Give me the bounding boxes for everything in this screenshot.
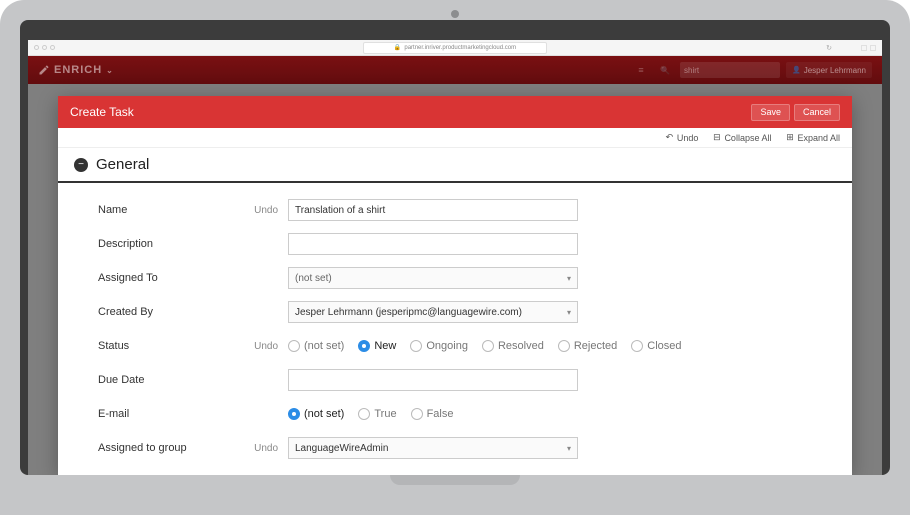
collapse-icon: ⊟ xyxy=(712,133,721,142)
email-radio-group: (not set) True False xyxy=(288,408,812,420)
status-option[interactable]: Ongoing xyxy=(410,340,468,352)
user-icon: 👤 xyxy=(792,66,801,74)
status-option[interactable]: (not set) xyxy=(288,340,344,352)
undo-icon: ↶ xyxy=(665,133,674,142)
status-option[interactable]: Resolved xyxy=(482,340,544,352)
row-due-date: Due Date xyxy=(98,363,812,397)
email-option[interactable]: (not set) xyxy=(288,408,344,420)
expand-icon: ⊞ xyxy=(785,133,794,142)
radio-label: True xyxy=(374,408,396,420)
select-created-by[interactable]: Jesper Lehrmann (jesperipmc@languagewire… xyxy=(288,301,578,323)
radio-icon xyxy=(288,340,300,352)
input-description[interactable] xyxy=(288,233,578,255)
browser-window: 🔒 partner.inriver.productmarketingcloud.… xyxy=(28,40,882,475)
radio-icon xyxy=(482,340,494,352)
app-header: ENRICH ⌄ ≡ 🔍 shirt 👤 Jesper Lehrmann xyxy=(28,56,882,84)
row-description: Description xyxy=(98,227,812,261)
radio-icon xyxy=(411,408,423,420)
screen: 🔒 partner.inriver.productmarketingcloud.… xyxy=(20,20,890,475)
radio-icon xyxy=(631,340,643,352)
user-menu[interactable]: 👤 Jesper Lehrmann xyxy=(786,62,872,78)
window-controls xyxy=(34,45,55,50)
row-name: Name Undo xyxy=(98,193,812,227)
row-assigned-group: Assigned to group Undo LanguageWireAdmin… xyxy=(98,431,812,465)
radio-icon xyxy=(358,340,370,352)
modal-title: Create Task xyxy=(70,105,134,119)
laptop-frame: 🔒 partner.inriver.productmarketingcloud.… xyxy=(0,0,910,515)
label-due-date: Due Date xyxy=(98,374,248,386)
brand[interactable]: ENRICH ⌄ xyxy=(38,64,114,76)
browser-chrome: 🔒 partner.inriver.productmarketingcloud.… xyxy=(28,40,882,56)
collapse-all-action[interactable]: ⊟ Collapse All xyxy=(712,133,771,143)
modal-header: Create Task Save Cancel xyxy=(58,96,852,128)
brand-text: ENRICH xyxy=(54,64,102,76)
search-icon[interactable]: 🔍 xyxy=(656,62,674,78)
browser-right-icons xyxy=(861,45,876,51)
laptop-base xyxy=(0,475,910,515)
radio-icon xyxy=(558,340,570,352)
status-radio-group: (not set) New Ongoing Resolved Rejected Close… xyxy=(288,340,812,352)
cancel-button[interactable]: Cancel xyxy=(794,104,840,121)
edit-icon xyxy=(38,64,50,76)
radio-label: Rejected xyxy=(574,340,617,352)
radio-label: Ongoing xyxy=(426,340,468,352)
input-name[interactable] xyxy=(288,199,578,221)
status-option[interactable]: New xyxy=(358,340,396,352)
label-status: Status xyxy=(98,340,248,352)
row-created-by: Created By Jesper Lehrmann (jesperipmc@l… xyxy=(98,295,812,329)
radio-icon xyxy=(358,408,370,420)
user-name: Jesper Lehrmann xyxy=(804,66,866,75)
expand-all-action[interactable]: ⊞ Expand All xyxy=(785,133,840,143)
save-button[interactable]: Save xyxy=(751,104,790,121)
chevron-down-icon: ▾ xyxy=(567,444,571,453)
radio-label: Closed xyxy=(647,340,681,352)
label-name: Name xyxy=(98,204,248,216)
label-created-by: Created By xyxy=(98,306,248,318)
chevron-down-icon: ▾ xyxy=(567,308,571,317)
label-assigned-group: Assigned to group xyxy=(98,442,248,454)
section-header: − General xyxy=(58,148,852,183)
undo-action[interactable]: ↶ Undo xyxy=(665,133,699,143)
status-option[interactable]: Rejected xyxy=(558,340,617,352)
section-title: General xyxy=(96,156,149,173)
undo-name[interactable]: Undo xyxy=(248,205,288,216)
chevron-down-icon: ⌄ xyxy=(106,66,114,75)
label-assigned-to: Assigned To xyxy=(98,272,248,284)
lock-icon: 🔒 xyxy=(394,43,401,53)
email-option[interactable]: False xyxy=(411,408,454,420)
radio-icon xyxy=(410,340,422,352)
select-assigned-to[interactable]: (not set) ▾ xyxy=(288,267,578,289)
url-text: partner.inriver.productmarketingcloud.co… xyxy=(404,43,516,53)
header-search[interactable]: shirt xyxy=(680,62,780,78)
radio-label: New xyxy=(374,340,396,352)
email-option[interactable]: True xyxy=(358,408,396,420)
input-due-date[interactable] xyxy=(288,369,578,391)
row-status: Status Undo (not set) New Ongoing Resolved R… xyxy=(98,329,812,363)
label-email: E-mail xyxy=(98,408,248,420)
undo-status[interactable]: Undo xyxy=(248,341,288,352)
modal-toolbar: ↶ Undo ⊟ Collapse All ⊞ Expand All xyxy=(58,128,852,148)
row-assigned-to: Assigned To (not set) ▾ xyxy=(98,261,812,295)
radio-label: (not set) xyxy=(304,408,344,420)
undo-assigned-group[interactable]: Undo xyxy=(248,443,288,454)
camera-dot xyxy=(451,10,459,18)
form-body: Name Undo Description Assigned To xyxy=(58,183,852,475)
create-task-modal: Create Task Save Cancel ↶ Undo ⊟ Collaps… xyxy=(58,96,852,475)
radio-label: Resolved xyxy=(498,340,544,352)
chevron-down-icon: ▾ xyxy=(567,274,571,283)
row-email: E-mail (not set) True False xyxy=(98,397,812,431)
radio-label: (not set) xyxy=(304,340,344,352)
status-option[interactable]: Closed xyxy=(631,340,681,352)
section-toggle-icon[interactable]: − xyxy=(74,158,88,172)
label-description: Description xyxy=(98,238,248,250)
radio-icon xyxy=(288,408,300,420)
select-assigned-group[interactable]: LanguageWireAdmin ▾ xyxy=(288,437,578,459)
menu-icon[interactable]: ≡ xyxy=(632,62,650,78)
address-bar[interactable]: 🔒 partner.inriver.productmarketingcloud.… xyxy=(363,42,547,54)
reload-icon[interactable]: ↻ xyxy=(826,44,832,52)
radio-label: False xyxy=(427,408,454,420)
